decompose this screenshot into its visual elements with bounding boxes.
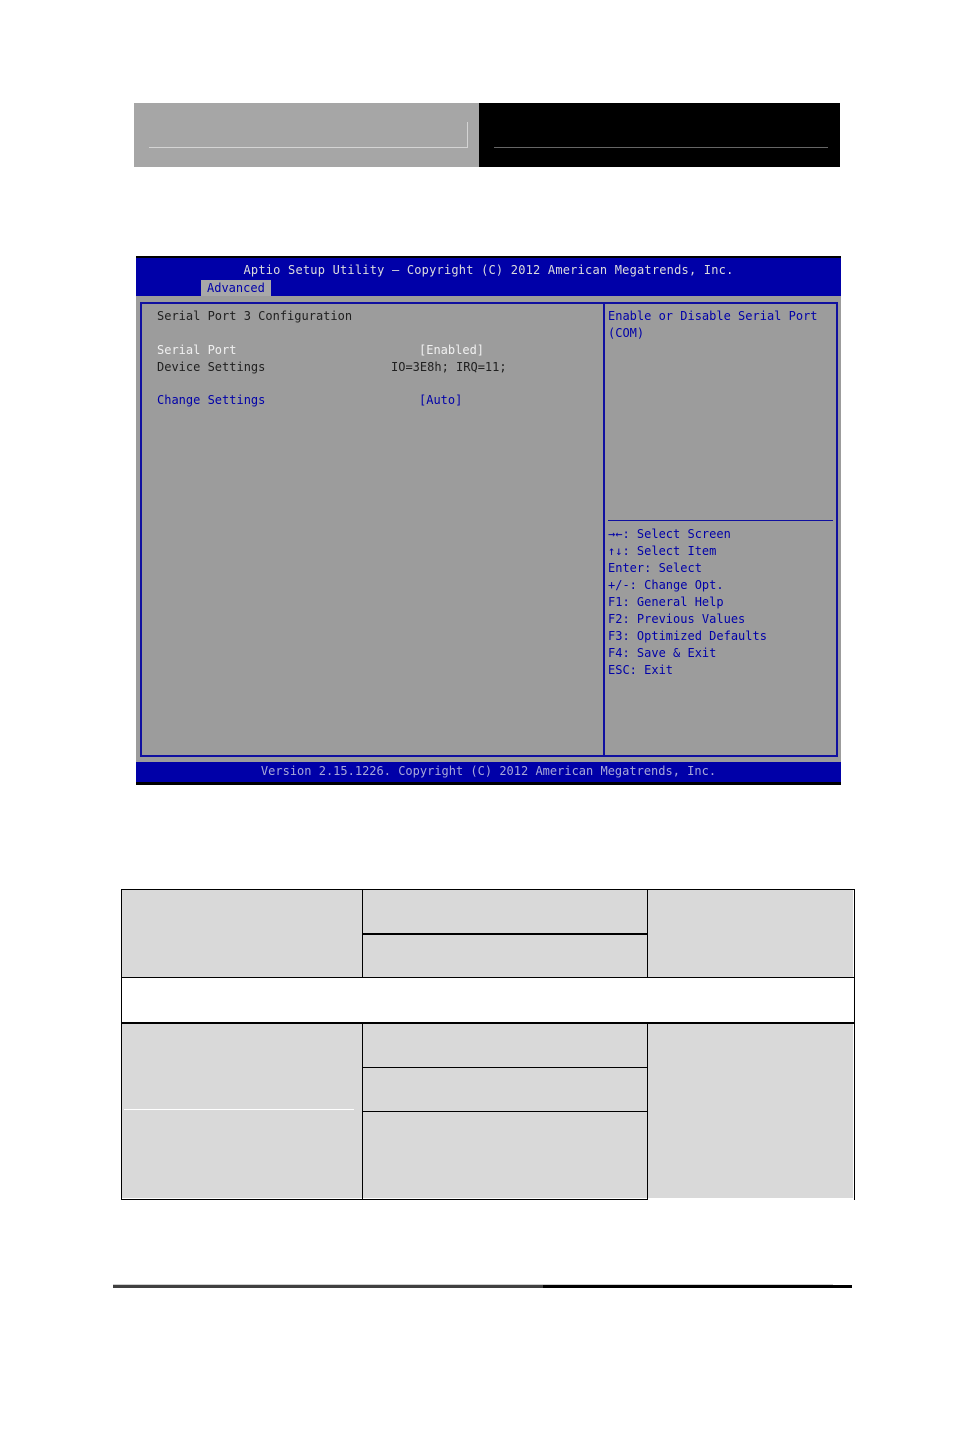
change-settings-value[interactable]: [Auto] — [419, 392, 462, 409]
bios-screenshot: Aptio Setup Utility – Copyright (C) 2012… — [136, 256, 841, 785]
table-border — [363, 1111, 648, 1112]
bios-body: Serial Port 3 Configuration Serial Port … — [136, 296, 841, 762]
table-border — [363, 933, 648, 935]
help-text-line: Enable or Disable Serial Port — [608, 309, 818, 323]
table-cell — [363, 935, 647, 977]
key-hint-change-opt: +/-: Change Opt. — [608, 578, 724, 592]
table-border — [121, 889, 855, 890]
help-text-line: (COM) — [608, 326, 645, 340]
tab-advanced[interactable]: Advanced — [201, 280, 271, 296]
table-cell — [363, 890, 647, 933]
header-rule-vertical — [467, 122, 468, 148]
up-down-arrows-icon: ↑↓ — [608, 544, 623, 558]
serial-port-label[interactable]: Serial Port — [157, 342, 236, 359]
table-cell — [648, 890, 853, 977]
bios-title-bar: Aptio Setup Utility – Copyright (C) 2012… — [136, 258, 841, 296]
footer-rule — [543, 1285, 852, 1288]
device-settings-value: IO=3E8h; IRQ=11; — [391, 360, 507, 374]
page-header-left-band — [134, 103, 479, 167]
options-table — [121, 889, 855, 1200]
page-header-right-band — [479, 103, 840, 167]
table-cell — [363, 1024, 647, 1067]
table-border — [121, 977, 855, 978]
key-hint-select-item: ↑↓: Select Item — [608, 544, 717, 558]
bios-title: Aptio Setup Utility – Copyright (C) 2012… — [243, 263, 734, 277]
key-hint-select-screen: →←: Select Screen — [608, 527, 731, 541]
table-cell — [648, 1024, 853, 1198]
table-cell — [122, 1024, 362, 1198]
key-hint-f2: F2: Previous Values — [608, 612, 746, 626]
change-settings-label[interactable]: Change Settings — [157, 392, 265, 409]
table-border — [363, 1067, 648, 1068]
bios-main-panel: Serial Port 3 Configuration Serial Port … — [140, 302, 605, 757]
table-border — [854, 889, 855, 1200]
bios-footer-bar: Version 2.15.1226. Copyright (C) 2012 Am… — [136, 762, 841, 782]
table-cell-wide — [122, 978, 853, 1022]
header-rule — [149, 147, 468, 148]
footer-rule — [113, 1285, 543, 1288]
key-hint-f1: F1: General Help — [608, 595, 724, 609]
key-hint-esc: ESC: Exit — [608, 663, 674, 677]
table-border — [362, 1024, 363, 1200]
serial-port-value[interactable]: [Enabled] — [419, 342, 484, 359]
device-settings-label: Device Settings — [157, 360, 266, 374]
table-border — [121, 889, 122, 1200]
table-border — [647, 1024, 648, 1200]
table-cell — [363, 1068, 647, 1111]
table-border — [121, 1022, 855, 1024]
left-right-arrows-icon: →← — [608, 527, 623, 541]
key-hint-f4: F4: Save & Exit — [608, 646, 717, 660]
bios-footer-text: Version 2.15.1226. Copyright (C) 2012 Am… — [260, 764, 717, 778]
key-hint-f3: F3: Optimized Defaults — [608, 629, 767, 643]
table-cell — [122, 890, 362, 977]
help-separator — [608, 520, 833, 521]
section-title: Serial Port 3 Configuration — [157, 309, 353, 323]
bios-help-panel: Enable or Disable Serial Port (COM) →←: … — [603, 302, 838, 757]
table-border — [121, 1199, 648, 1200]
cell-divider-faint — [124, 1109, 354, 1110]
key-hint-enter: Enter: Select — [608, 561, 702, 575]
table-cell — [363, 1112, 647, 1198]
header-rule — [494, 147, 828, 148]
